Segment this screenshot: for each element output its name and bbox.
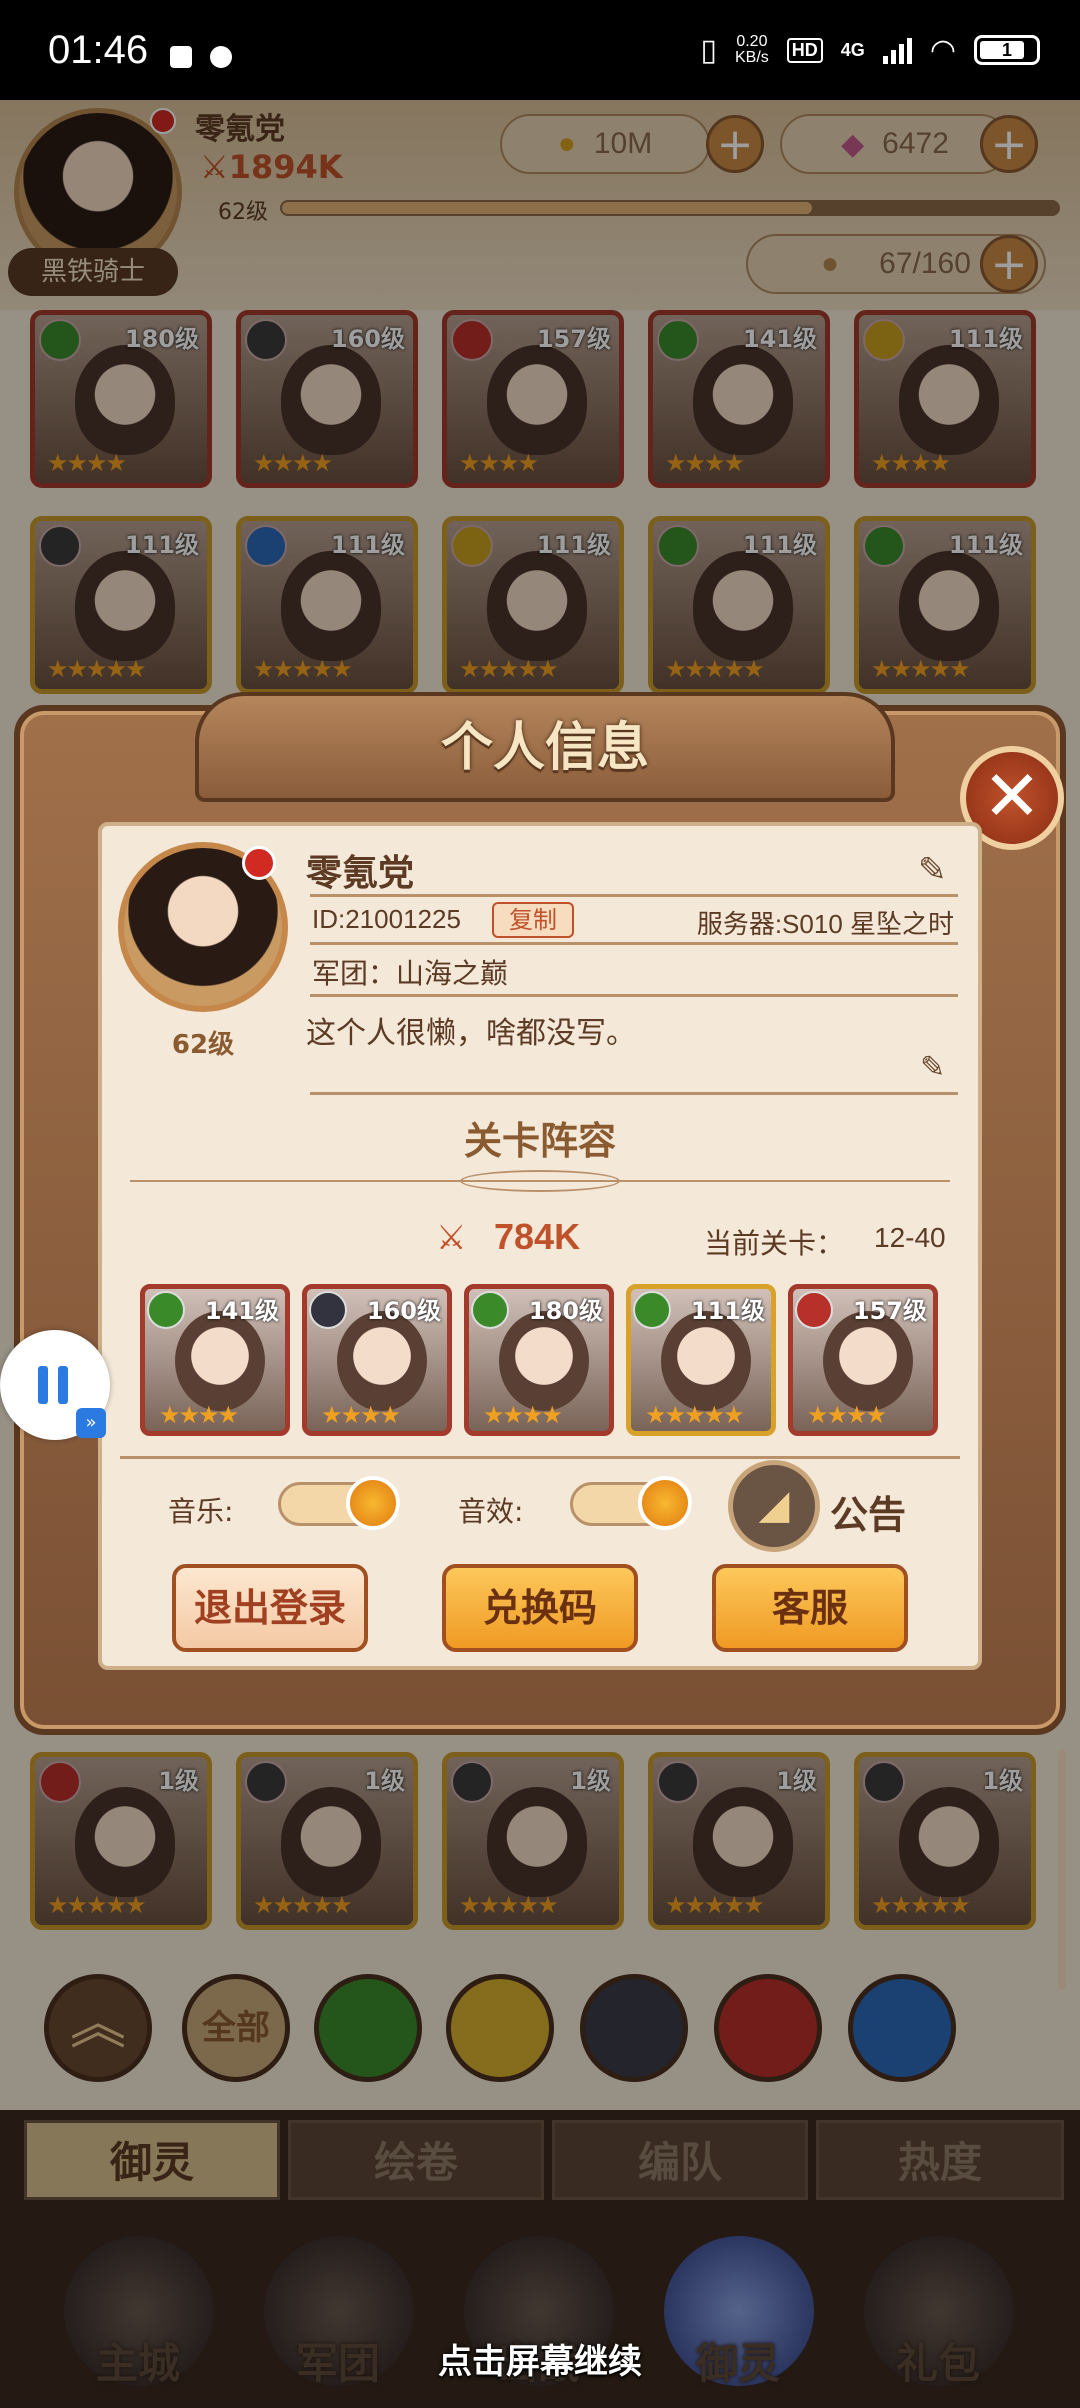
- clock: 01:46: [48, 28, 149, 72]
- signature-text: 这个人很懒，啥都没写。: [306, 1016, 636, 1051]
- avatar-notification-dot: [242, 846, 276, 880]
- lineup-hero[interactable]: 141级 ★★★★: [140, 1284, 290, 1436]
- lineup-hero[interactable]: 111级 ★★★★★: [626, 1284, 776, 1436]
- sfx-toggle-knob[interactable]: [638, 1476, 692, 1530]
- guild-info: 军团：山海之巅: [312, 957, 509, 990]
- profile-name: 零氪党: [306, 853, 415, 894]
- dialog-title: 个人信息: [440, 718, 649, 778]
- battery-saver-icon: [170, 46, 192, 68]
- hd-icon: HD: [786, 37, 823, 63]
- lineup-title: 关卡阵容: [463, 1119, 616, 1163]
- current-stage-label: 当前关卡：: [704, 1227, 845, 1260]
- cat-icon: [210, 46, 232, 68]
- music-label: 音乐:: [168, 1495, 234, 1528]
- scrollbar[interactable]: [1058, 1750, 1066, 1990]
- vibrate-icon: ▯: [700, 33, 717, 67]
- music-toggle-knob[interactable]: [346, 1476, 400, 1530]
- divider: [310, 894, 958, 897]
- signal-label: 4G: [840, 39, 865, 60]
- divider: [310, 994, 958, 997]
- fast-forward-icon[interactable]: »: [76, 1408, 106, 1438]
- crossed-swords-icon: ⚔: [436, 1218, 467, 1258]
- sfx-label: 音效:: [458, 1495, 524, 1528]
- status-bar: 01:46 ▯ 0.20 KB/s HD 4G ◠ 1: [0, 0, 1080, 100]
- lineup-power: 784K: [494, 1216, 581, 1257]
- lineup-hero[interactable]: 180级 ★★★★: [464, 1284, 614, 1436]
- pause-float-button[interactable]: »: [0, 1330, 110, 1440]
- server-info: 服务器:S010 星坠之时: [696, 909, 954, 939]
- divider: [310, 942, 958, 945]
- net-speed: 0.20 KB/s: [735, 33, 769, 66]
- divider: [310, 1092, 958, 1095]
- lineup-hero[interactable]: 160级 ★★★★: [302, 1284, 452, 1436]
- player-id: ID:21001225: [312, 904, 461, 934]
- logout-button[interactable]: 退出登录: [172, 1564, 368, 1652]
- battery-icon: 1: [974, 35, 1040, 65]
- notice-button[interactable]: 公告: [830, 1484, 906, 1539]
- divider: [120, 1456, 960, 1459]
- ornament-swirl: [460, 1170, 620, 1192]
- edit-signature-icon[interactable]: ✎: [920, 1050, 945, 1085]
- profile-level: 62级: [171, 1030, 235, 1060]
- copy-id-button[interactable]: 复制: [492, 902, 574, 938]
- redeem-code-button[interactable]: 兑换码: [442, 1564, 638, 1652]
- signal-bars-icon: [882, 36, 912, 64]
- megaphone-icon[interactable]: ◢: [728, 1460, 820, 1552]
- tap-to-continue: 点击屏幕继续: [438, 2342, 642, 2382]
- current-stage-value: 12-40: [874, 1222, 946, 1253]
- edit-name-icon[interactable]: ✎: [918, 850, 947, 890]
- lineup-hero[interactable]: 157级 ★★★★: [788, 1284, 938, 1436]
- wifi-icon: ◠: [929, 33, 956, 67]
- customer-service-button[interactable]: 客服: [712, 1564, 908, 1652]
